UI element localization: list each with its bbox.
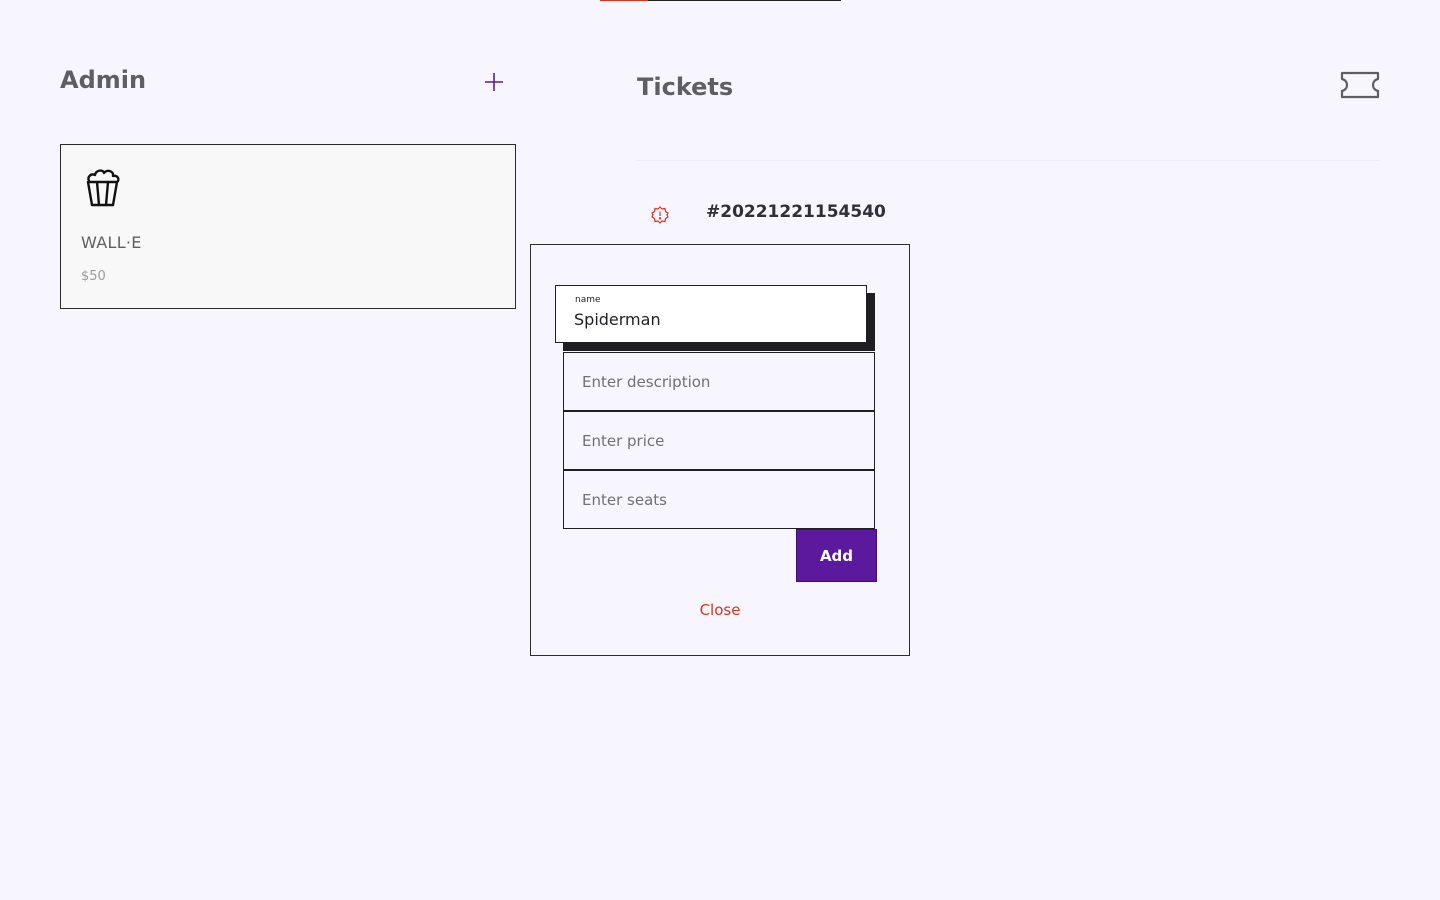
plus-icon-svg [485,73,503,91]
admin-title: Admin [60,66,147,94]
price-field-wrapper [563,411,875,470]
ticket-icon[interactable] [1340,70,1380,100]
warning-badge-icon [650,205,670,225]
top-progress-fill [600,0,649,1]
movie-card[interactable]: WALL·E $50 [60,144,516,309]
tickets-divider [636,160,1380,161]
add-button[interactable]: Add [796,529,877,582]
seats-field[interactable] [564,471,874,528]
plus-icon[interactable] [482,70,506,94]
add-movie-modal: name Spiderman Add Close [530,244,910,656]
popcorn-icon [83,167,123,207]
movie-name: WALL·E [81,233,142,252]
price-field[interactable] [564,412,874,469]
tickets-title: Tickets [637,73,734,101]
description-field[interactable] [564,353,874,410]
close-button[interactable]: Close [531,601,909,619]
seats-field-wrapper [563,470,875,529]
name-field-value[interactable]: Spiderman [574,310,661,329]
ticket-number: #20221221154540 [706,202,886,222]
movie-price: $50 [81,269,106,284]
name-field-label: name [575,295,601,305]
description-field-wrapper [563,352,875,411]
top-progress-bar [600,0,841,1]
name-field[interactable]: name Spiderman [555,285,867,343]
page: Admin WALL·E $50 Tickets #20221221154540… [0,0,1440,900]
